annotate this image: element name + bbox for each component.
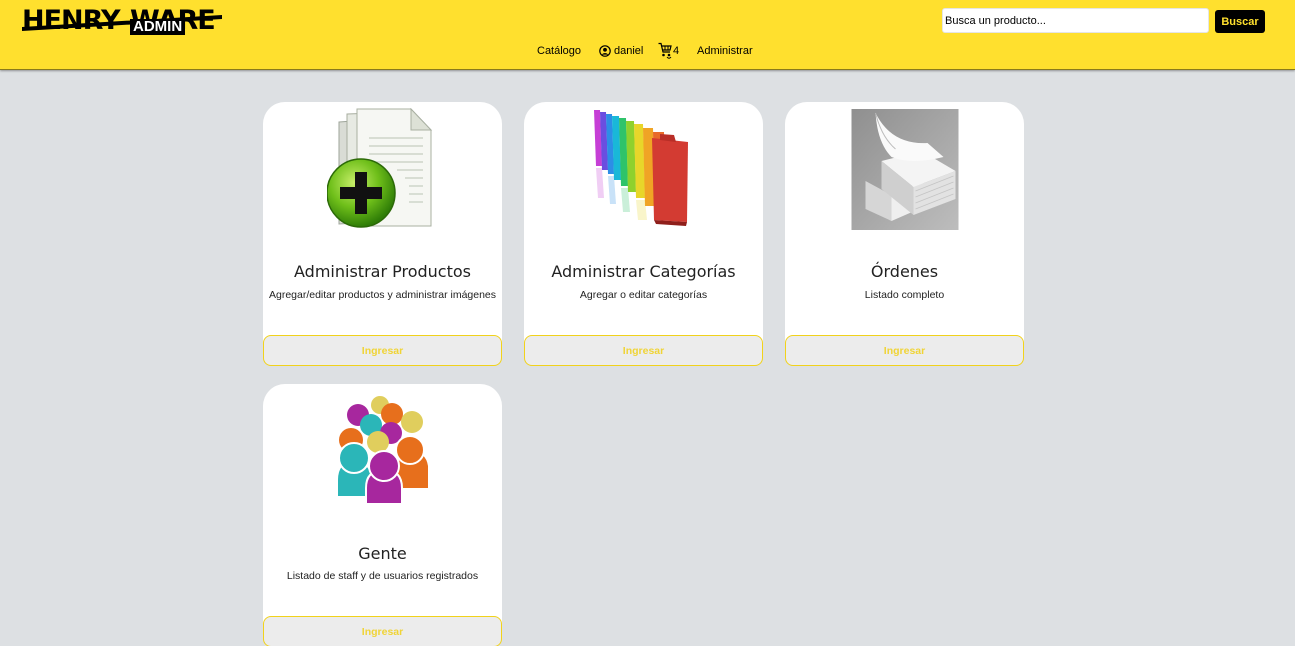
search-input[interactable] (942, 8, 1209, 33)
search-button[interactable]: Buscar (1215, 10, 1265, 33)
nav-admin-link[interactable]: Administrar (697, 43, 753, 59)
nav-user-link[interactable]: daniel (599, 43, 643, 59)
card-description: Agregar o editar categorías (579, 289, 708, 301)
people-group-icon (337, 396, 428, 505)
enter-categories-button[interactable]: Ingresar (524, 335, 763, 366)
card-orders: Órdenes Listado completo Ingresar (785, 102, 1024, 366)
logo-strike-icon (22, 15, 222, 31)
card-description: Listado completo (864, 289, 945, 301)
paper-stack-icon (851, 109, 958, 230)
card-title: Administrar Categorías (551, 262, 736, 281)
logo-admin-badge: ADMIN (130, 19, 186, 35)
cart-icon (658, 42, 672, 59)
card-admin-categories: Administrar Categorías Agregar o editar … (524, 102, 763, 366)
rainbow-folders-icon (593, 110, 688, 226)
user-circle-icon (599, 45, 611, 57)
card-title: Administrar Productos (294, 262, 471, 281)
enter-products-button[interactable]: Ingresar (263, 335, 502, 366)
enter-orders-button[interactable]: Ingresar (785, 335, 1024, 366)
henryware-admin-logo[interactable]: HENRY WARE ADMIN (22, 6, 224, 36)
card-title: Órdenes (870, 262, 939, 281)
enter-people-button[interactable]: Ingresar (263, 616, 502, 646)
cart-count-badge: 4 (673, 45, 680, 57)
card-description: Agregar/editar productos y administrar i… (268, 289, 497, 301)
card-description: Listado de staff y de usuarios registrad… (286, 570, 479, 582)
card-people: Gente Listado de staff y de usuarios reg… (263, 384, 502, 646)
card-title: Gente (358, 544, 407, 563)
card-admin-products: Administrar Productos Agregar/editar pro… (263, 102, 502, 366)
nav-cart-link[interactable]: 4 (658, 42, 680, 59)
add-document-icon (326, 108, 432, 228)
top-header: HENRY WARE ADMIN Buscar Catálogo daniel … (0, 0, 1295, 70)
nav-user-label: daniel (614, 45, 644, 57)
nav-catalog-link[interactable]: Catálogo (537, 43, 581, 59)
